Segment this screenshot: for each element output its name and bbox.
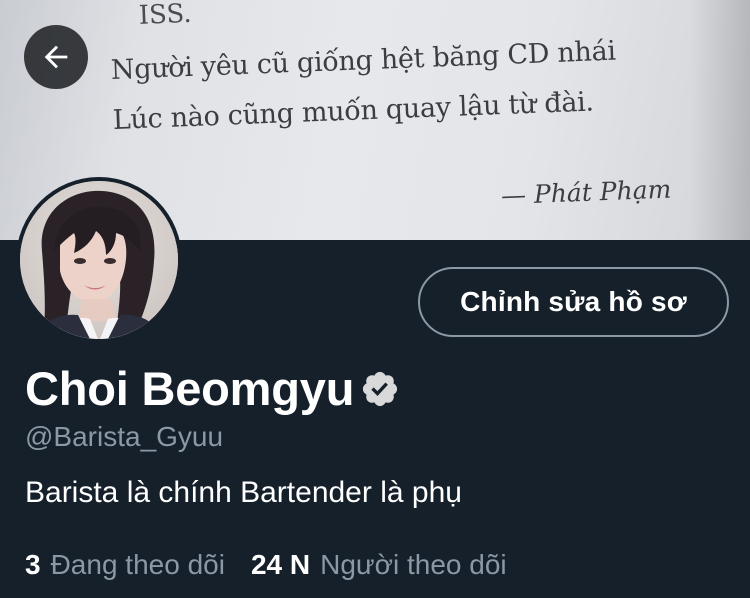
verified-badge-icon: [360, 369, 400, 409]
banner-top-fragment: ISS.: [138, 0, 193, 31]
back-button[interactable]: [24, 25, 88, 89]
banner-signature: — Phát Phạm: [500, 174, 672, 211]
avatar[interactable]: [16, 177, 182, 343]
banner-quote: ISS. Người yêu cũ giống hệt băng CD nhái…: [110, 0, 713, 210]
follow-stats: 3 Đang theo dõi 24 N Người theo dõi: [25, 549, 533, 581]
following-label: Đang theo dõi: [50, 549, 225, 580]
edit-profile-button[interactable]: Chỉnh sửa hồ sơ: [418, 267, 729, 337]
arrow-left-icon: [39, 40, 73, 74]
following-count: 3: [25, 549, 41, 580]
followers-label: Người theo dõi: [320, 549, 507, 580]
followers-count: 24 N: [250, 549, 311, 580]
display-name: Choi Beomgyu: [25, 362, 355, 415]
username-handle: @Barista_Gyuu: [25, 421, 224, 452]
followers-stat[interactable]: 24 N Người theo dõi: [251, 549, 507, 581]
following-stat[interactable]: 3 Đang theo dõi: [25, 549, 225, 581]
name-row: Choi Beomgyu: [25, 361, 400, 416]
profile-page: ISS. Người yêu cũ giống hệt băng CD nhái…: [0, 0, 750, 598]
profile-bio: Barista là chính Bartender là phụ: [25, 476, 462, 509]
avatar-image: [20, 181, 178, 339]
